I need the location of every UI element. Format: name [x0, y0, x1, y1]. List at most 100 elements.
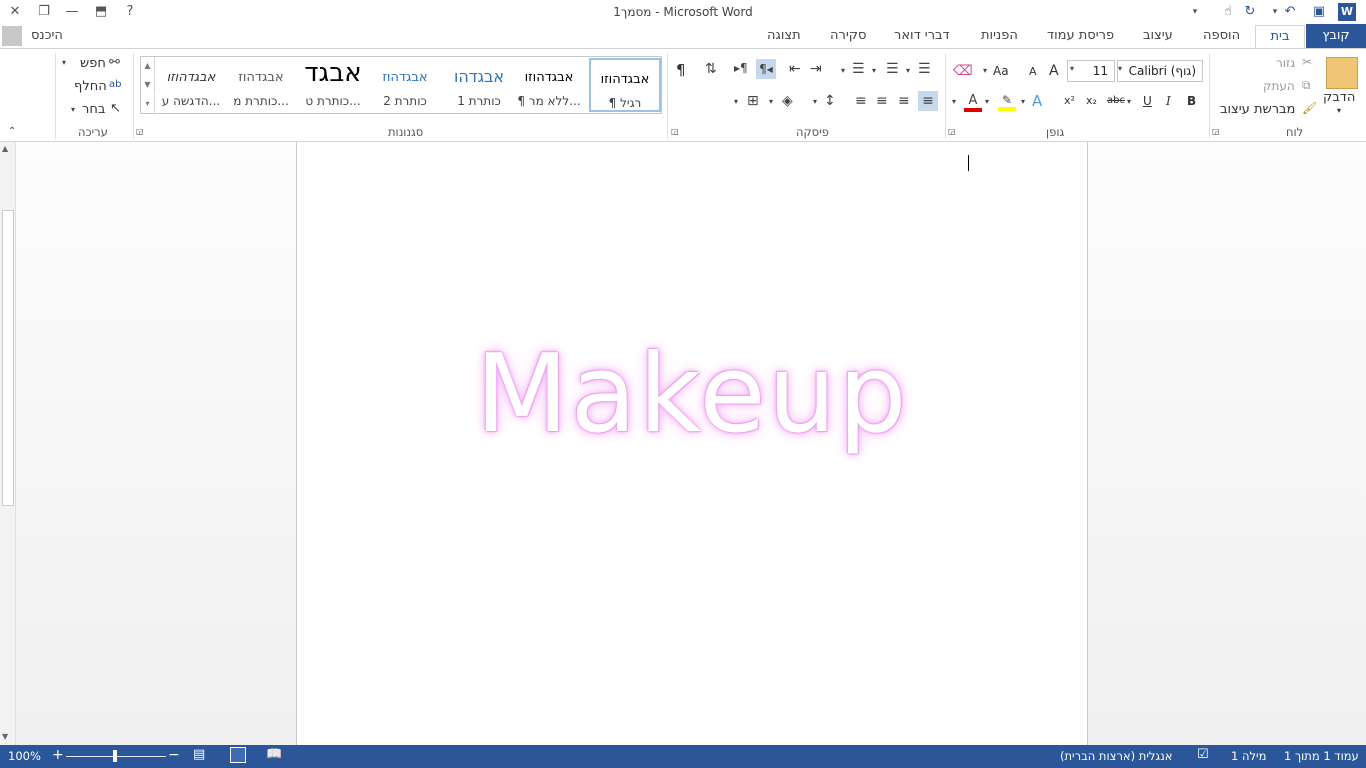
- change-case-dropdown-icon[interactable]: ▾: [983, 66, 987, 75]
- avatar[interactable]: [2, 26, 22, 46]
- close-icon[interactable]: ✕: [6, 3, 24, 21]
- style-heading-2[interactable]: אבגדהוז כותרת 2: [369, 58, 441, 112]
- font-name-select[interactable]: Calibri (גוף): [1117, 60, 1203, 82]
- print-layout-icon[interactable]: [230, 747, 246, 763]
- signin-link[interactable]: היכנס: [31, 28, 63, 43]
- shading-icon[interactable]: ◈: [782, 93, 793, 109]
- web-layout-icon[interactable]: ▤: [193, 747, 205, 762]
- justify-icon[interactable]: ≡: [855, 93, 867, 109]
- gallery-scroll-down-icon[interactable]: ▼: [141, 76, 155, 94]
- tab-view[interactable]: תצוגה: [767, 28, 801, 43]
- style-no-spacing[interactable]: אבגדהוזו ¶ ללא מר...: [513, 58, 585, 112]
- paragraph-launcher-icon[interactable]: ◲: [671, 127, 679, 136]
- numbering-icon[interactable]: ☰: [886, 61, 899, 77]
- save-icon[interactable]: ▣: [1310, 3, 1328, 21]
- select-dropdown-icon[interactable]: ▾: [71, 105, 75, 114]
- bullets-dropdown-icon[interactable]: ▾: [841, 66, 845, 75]
- scroll-down-icon[interactable]: ▼: [2, 732, 8, 741]
- help-button[interactable]: ?: [121, 3, 139, 21]
- change-case-button[interactable]: Aa: [993, 64, 1009, 78]
- align-center-icon[interactable]: ≡: [898, 93, 910, 109]
- find-dropdown-icon[interactable]: ▾: [62, 58, 66, 67]
- page-count[interactable]: עמוד 1 מתוך 1: [1284, 749, 1359, 763]
- font-size-select[interactable]: 11: [1067, 60, 1115, 82]
- format-painter-button[interactable]: מברשת עיצוב: [1220, 102, 1295, 117]
- ltr-direction-icon[interactable]: ▸¶: [734, 61, 748, 75]
- borders-dropdown-icon[interactable]: ▾: [734, 97, 738, 106]
- tab-mailings[interactable]: דברי דואר: [894, 28, 950, 43]
- tab-home[interactable]: בית: [1255, 25, 1305, 49]
- font-extra-dropdown-icon[interactable]: ▾: [952, 97, 956, 106]
- clipboard-launcher-icon[interactable]: ◲: [1212, 127, 1220, 136]
- gallery-more-icon[interactable]: ▾: [141, 95, 155, 113]
- tab-insert[interactable]: הוספה: [1203, 28, 1240, 43]
- paste-icon[interactable]: [1326, 57, 1358, 89]
- ribbon-display-options-icon[interactable]: ⬒: [92, 3, 110, 21]
- strikethrough-button[interactable]: abc: [1107, 95, 1125, 106]
- numbering-dropdown-icon[interactable]: ▾: [872, 66, 876, 75]
- align-left-icon[interactable]: ≡: [876, 93, 888, 109]
- scroll-thumb[interactable]: [2, 210, 14, 506]
- font-launcher-icon[interactable]: ◲: [948, 127, 956, 136]
- superscript-button[interactable]: x²: [1064, 94, 1075, 107]
- font-color-dropdown-icon[interactable]: ▾: [985, 97, 989, 106]
- gallery-scroll-up-icon[interactable]: ▲: [141, 57, 155, 75]
- rtl-direction-icon[interactable]: ¶◂: [756, 59, 776, 79]
- sort-icon[interactable]: ⇅: [705, 61, 717, 77]
- proofing-icon[interactable]: ☑: [1197, 747, 1209, 762]
- tab-review[interactable]: סקירה: [830, 28, 866, 43]
- decrease-indent-icon[interactable]: ⇤: [789, 61, 801, 77]
- collapse-ribbon-icon[interactable]: ⌃: [8, 126, 16, 137]
- style-subtitle[interactable]: אבגדהוז כותרת מ...: [225, 58, 297, 112]
- read-mode-icon[interactable]: 📖: [266, 747, 282, 762]
- show-formatting-button[interactable]: ¶: [676, 61, 686, 79]
- shading-dropdown-icon[interactable]: ▾: [769, 97, 773, 106]
- zoom-slider-thumb[interactable]: [113, 750, 117, 762]
- select-button[interactable]: בחר: [82, 102, 105, 117]
- multilevel-list-dropdown-icon[interactable]: ▾: [906, 66, 910, 75]
- zoom-out-icon[interactable]: −: [168, 747, 180, 763]
- subscript-button[interactable]: x₂: [1086, 94, 1097, 107]
- language-indicator[interactable]: אנגלית (ארצות הברית): [1060, 749, 1172, 763]
- vertical-scrollbar[interactable]: ▲ ▼: [0, 142, 16, 745]
- styles-launcher-icon[interactable]: ◲: [136, 127, 144, 136]
- font-color-icon[interactable]: A: [964, 93, 982, 112]
- text-effects-button[interactable]: A: [1032, 92, 1042, 110]
- grow-font-button[interactable]: A: [1049, 63, 1059, 79]
- repeat-icon[interactable]: ↻: [1241, 3, 1259, 21]
- tab-layout[interactable]: פריסת עמוד: [1047, 28, 1114, 43]
- find-button[interactable]: חפש: [80, 56, 106, 71]
- highlight-icon[interactable]: ✎: [998, 93, 1016, 111]
- multilevel-list-icon[interactable]: ☰: [918, 61, 931, 77]
- tab-file[interactable]: קובץ: [1306, 24, 1366, 48]
- underline-button[interactable]: U: [1143, 94, 1152, 108]
- minimize-icon[interactable]: —: [63, 3, 81, 21]
- clear-formatting-icon[interactable]: ⌫: [953, 63, 973, 79]
- cut-button[interactable]: גזור: [1276, 56, 1295, 70]
- touch-mode-icon[interactable]: ☝: [1219, 3, 1237, 21]
- tab-design[interactable]: עיצוב: [1143, 28, 1173, 43]
- line-spacing-dropdown-icon[interactable]: ▾: [813, 97, 817, 106]
- bullets-icon[interactable]: ☰: [852, 61, 865, 77]
- line-spacing-icon[interactable]: ↕: [824, 93, 836, 109]
- scroll-up-icon[interactable]: ▲: [2, 144, 8, 153]
- customize-qat-icon[interactable]: ▾: [1186, 3, 1204, 21]
- copy-button[interactable]: העתק: [1263, 79, 1295, 93]
- word-count[interactable]: מילה 1: [1231, 749, 1266, 763]
- paste-button[interactable]: הדבק: [1323, 90, 1355, 105]
- style-subtle-emphasis[interactable]: אבגדהוזו הדגשה ע...: [155, 58, 227, 112]
- highlight-dropdown-icon[interactable]: ▾: [1021, 97, 1025, 106]
- italic-button[interactable]: I: [1166, 94, 1171, 108]
- wordart-text[interactable]: Makeup: [296, 332, 1088, 457]
- replace-button[interactable]: החלף: [74, 79, 107, 94]
- restore-icon[interactable]: ❐: [35, 3, 53, 21]
- align-right-icon[interactable]: ≡: [918, 91, 938, 111]
- undo-icon[interactable]: ↶: [1281, 3, 1299, 21]
- style-title[interactable]: אבגד כותרת ט...: [297, 58, 369, 112]
- paste-dropdown-icon[interactable]: ▾: [1337, 106, 1341, 115]
- zoom-level[interactable]: 100%: [8, 749, 41, 763]
- style-normal[interactable]: אבגדהוזו ¶ רגיל: [589, 58, 661, 112]
- bold-button[interactable]: B: [1187, 94, 1196, 108]
- increase-indent-icon[interactable]: ⇥: [810, 61, 822, 77]
- borders-icon[interactable]: ⊞: [747, 93, 759, 109]
